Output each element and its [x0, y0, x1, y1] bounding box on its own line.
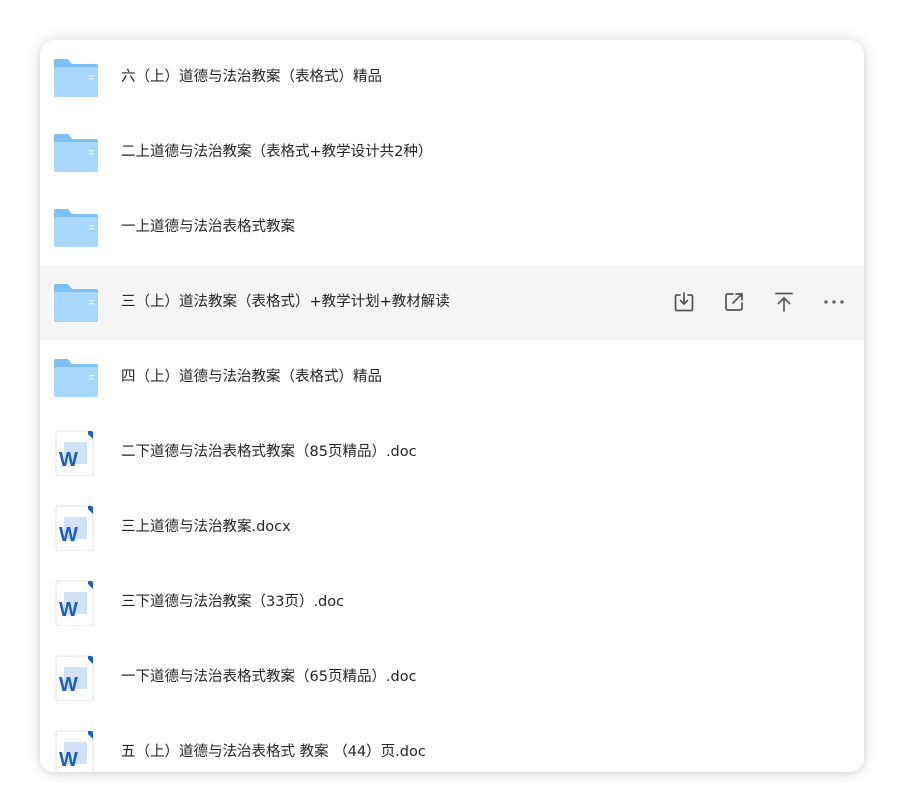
svg-text:W: W — [59, 749, 78, 771]
folder-icon — [53, 205, 99, 251]
svg-text:W: W — [59, 674, 78, 696]
file-row[interactable]: W 二下道德与法治表格式教案（85页精品）.doc — [40, 415, 864, 490]
folder-row[interactable]: 一上道德与法治表格式教案 — [40, 190, 864, 265]
file-list: 六（上）道德与法治教案（表格式）精品 二上道德与法治教案（表格式+教学设计共2种… — [40, 40, 864, 772]
folder-row[interactable]: 六（上）道德与法治教案（表格式）精品 — [40, 40, 864, 115]
file-name: 六（上）道德与法治教案（表格式）精品 — [121, 69, 382, 85]
svg-text:W: W — [59, 449, 78, 471]
folder-icon — [53, 280, 99, 326]
word-doc-icon: W — [53, 730, 99, 772]
share-button[interactable] — [722, 290, 746, 314]
pin-to-top-icon — [772, 290, 796, 314]
share-icon — [722, 290, 746, 314]
more-icon — [822, 290, 846, 314]
folder-row[interactable]: 四（上）道德与法治教案（表格式）精品 — [40, 340, 864, 415]
folder-row[interactable]: 三（上）道法教案（表格式）+教学计划+教材解读 — [40, 265, 864, 340]
file-name: 一上道德与法治表格式教案 — [121, 219, 295, 235]
file-name: 三上道德与法治教案.docx — [121, 519, 291, 535]
file-name: 三下道德与法治教案（33页）.doc — [121, 594, 345, 610]
file-name: 一下道德与法治表格式教案（65页精品）.doc — [121, 669, 417, 685]
folder-icon — [53, 130, 99, 176]
file-name: 四（上）道德与法治教案（表格式）精品 — [121, 369, 382, 385]
word-doc-icon: W — [53, 505, 99, 551]
word-doc-icon: W — [53, 430, 99, 476]
file-row[interactable]: W 五（上）道德与法治表格式 教案 （44）页.doc — [40, 715, 864, 772]
word-doc-icon: W — [53, 580, 99, 626]
svg-text:W: W — [59, 524, 78, 546]
pin-to-top-button[interactable] — [772, 290, 796, 314]
file-row[interactable]: W 一下道德与法治表格式教案（65页精品）.doc — [40, 640, 864, 715]
file-row[interactable]: W 三上道德与法治教案.docx — [40, 490, 864, 565]
svg-text:W: W — [59, 599, 78, 621]
folder-icon — [53, 355, 99, 401]
file-row[interactable]: W 三下道德与法治教案（33页）.doc — [40, 565, 864, 640]
word-doc-icon: W — [53, 655, 99, 701]
folder-icon — [53, 55, 99, 101]
download-button[interactable] — [672, 290, 696, 314]
file-name: 三（上）道法教案（表格式）+教学计划+教材解读 — [121, 294, 450, 310]
file-list-panel: 六（上）道德与法治教案（表格式）精品 二上道德与法治教案（表格式+教学设计共2种… — [40, 40, 864, 772]
file-name: 五（上）道德与法治表格式 教案 （44）页.doc — [121, 744, 426, 760]
more-button[interactable] — [822, 290, 846, 314]
file-name: 二下道德与法治表格式教案（85页精品）.doc — [121, 444, 417, 460]
file-name: 二上道德与法治教案（表格式+教学设计共2种） — [121, 144, 433, 160]
folder-row[interactable]: 二上道德与法治教案（表格式+教学设计共2种） — [40, 115, 864, 190]
download-icon — [672, 290, 696, 314]
